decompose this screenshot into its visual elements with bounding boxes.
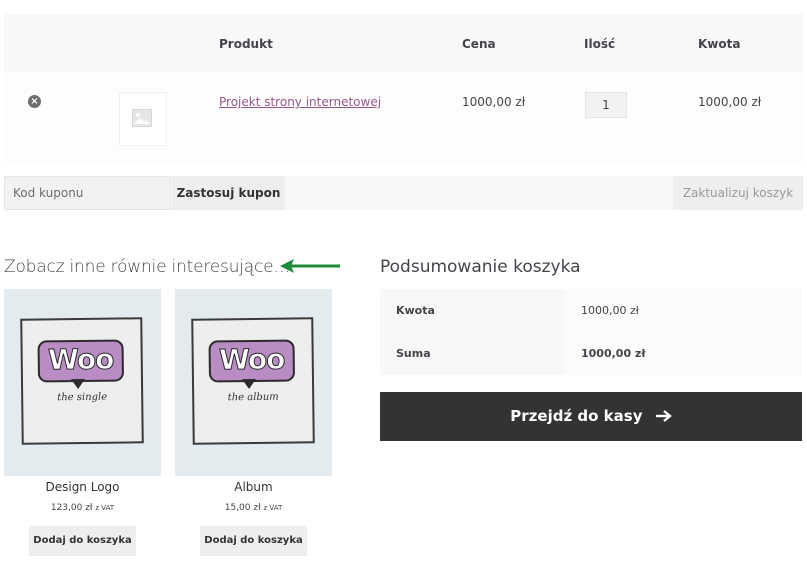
cart-actions: Kod kuponu Zastosuj kupon Zaktualizuj ko… (4, 176, 803, 210)
woo-logo: Woo (208, 339, 296, 383)
column-header-quantity: Ilość (584, 37, 616, 51)
item-subtotal: 1000,00 zł (698, 95, 762, 109)
cross-sell-product: Woo the album Album 15,00 zł z VAT Dodaj… (175, 289, 332, 556)
price-amount: 123,00 zł (50, 503, 93, 513)
apply-coupon-button[interactable]: Zastosuj kupon (172, 176, 285, 210)
cross-sell-product: Woo the single Design Logo 123,00 zł z V… (4, 289, 161, 556)
woo-logo: Woo (37, 339, 125, 383)
add-to-cart-button[interactable]: Dodaj do koszyka (29, 526, 136, 556)
add-to-cart-button[interactable]: Dodaj do koszyka (200, 526, 307, 556)
proceed-to-checkout-button[interactable]: Przejdź do kasy (380, 392, 802, 441)
cart-table-header: Produkt Cena Ilość Kwota (4, 14, 803, 72)
checkout-label: Przejdź do kasy (510, 407, 643, 425)
speech-bubble-tail (241, 378, 257, 390)
total-label: Suma (396, 347, 431, 360)
total-value: 1000,00 zł (581, 347, 646, 360)
update-cart-button[interactable]: Zaktualizuj koszyk (673, 176, 803, 210)
vat-suffix: z VAT (263, 504, 283, 512)
cart-totals-title: Podsumowanie koszyka (380, 257, 581, 277)
totals-value-column (564, 289, 802, 375)
product-title[interactable]: Design Logo (4, 480, 161, 494)
subtotal-label: Kwota (396, 304, 435, 317)
cart-totals-table: Kwota 1000,00 zł Suma 1000,00 zł (380, 289, 802, 375)
product-thumbnail[interactable] (119, 92, 167, 146)
quantity-input[interactable]: 1 (585, 92, 627, 118)
vat-suffix: z VAT (95, 504, 115, 512)
speech-bubble-tail (70, 378, 86, 390)
woo-product-card: Woo the album (191, 317, 315, 445)
cart-item-row: × Projekt strony internetowej 1000,00 zł… (4, 72, 803, 165)
image-placeholder-icon (132, 109, 152, 127)
column-header-price: Cena (462, 37, 496, 51)
subtotal-value: 1000,00 zł (581, 304, 639, 317)
woo-product-card: Woo the single (20, 317, 144, 445)
product-name-link[interactable]: Projekt strony internetowej (219, 95, 381, 109)
card-caption: the single (57, 391, 108, 404)
product-title[interactable]: Album (175, 480, 332, 494)
green-arrow-icon (280, 259, 340, 273)
totals-label-column (380, 289, 564, 375)
product-price: 123,00 zł z VAT (4, 503, 161, 513)
product-price: 15,00 zł z VAT (175, 503, 332, 513)
remove-item-icon[interactable]: × (28, 95, 41, 108)
arrow-right-icon (655, 410, 672, 422)
coupon-code-input[interactable]: Kod kuponu (4, 176, 171, 210)
product-image[interactable]: Woo the single (4, 289, 161, 476)
column-header-subtotal: Kwota (698, 37, 741, 51)
cross-sells-title: Zobacz inne równie interesujące… (4, 257, 291, 277)
item-price: 1000,00 zł (462, 95, 526, 109)
price-amount: 15,00 zł (224, 503, 261, 513)
card-caption: the album (227, 391, 279, 404)
column-header-product: Produkt (219, 37, 273, 51)
product-image[interactable]: Woo the album (175, 289, 332, 476)
